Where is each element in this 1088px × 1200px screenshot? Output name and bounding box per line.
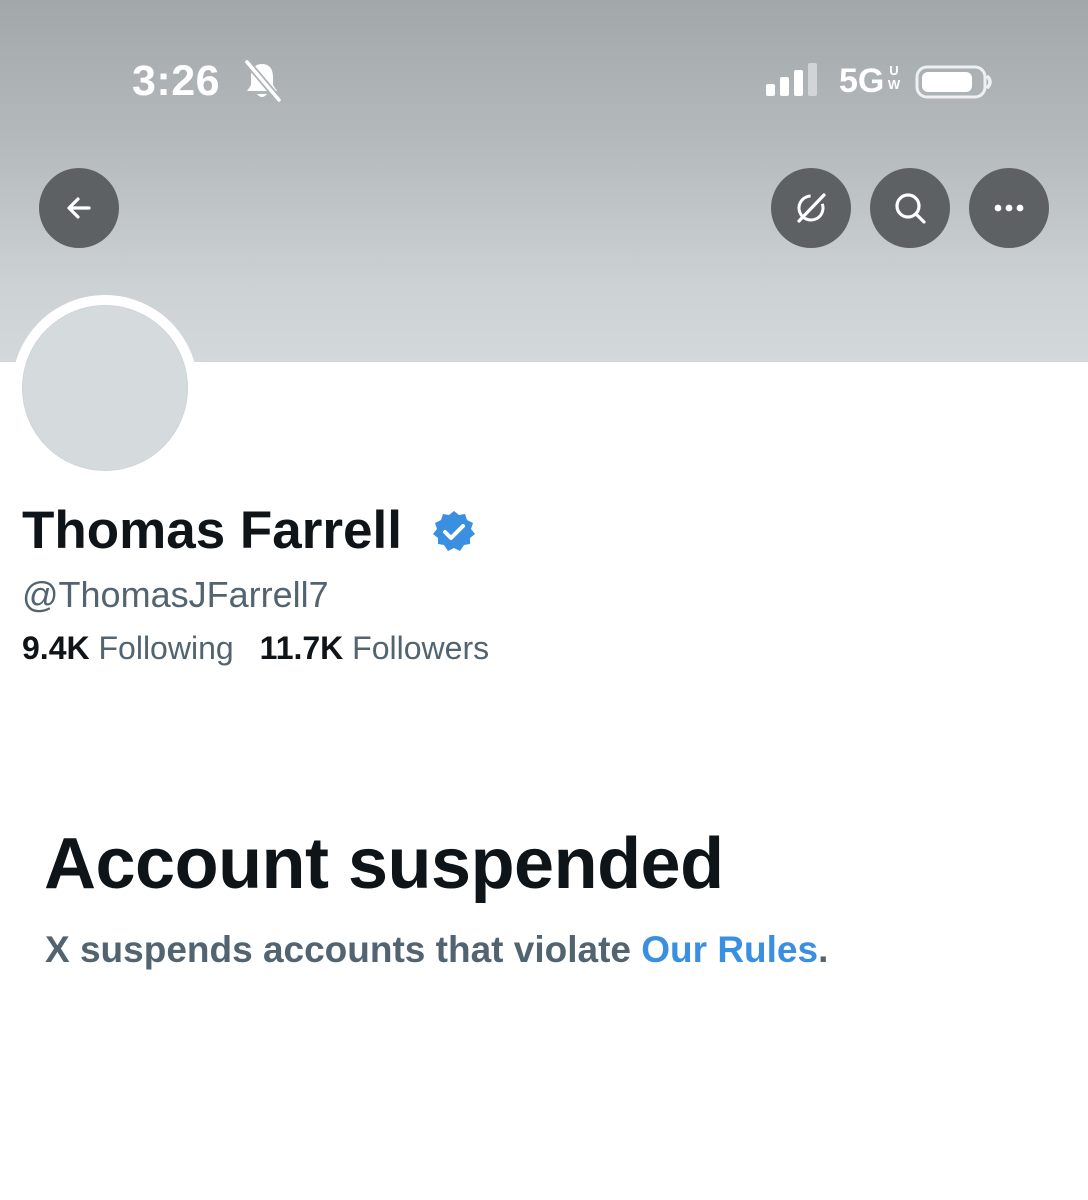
- our-rules-link[interactable]: Our Rules: [641, 929, 818, 970]
- suspended-title: Account suspended: [44, 824, 724, 904]
- avatar[interactable]: [12, 295, 198, 481]
- follow-stats: 9.4K Following 11.7K Followers: [22, 628, 489, 668]
- signal-bars-icon: [766, 63, 817, 96]
- bell-slash-icon: [243, 58, 283, 102]
- following-label: Following: [98, 630, 234, 666]
- description-period: .: [818, 929, 829, 970]
- following-count: 9.4K: [22, 630, 90, 666]
- status-time: 3:26: [132, 57, 221, 105]
- grok-icon: [797, 193, 826, 223]
- suspended-description-text: X suspends accounts that violate: [45, 929, 642, 970]
- grok-button[interactable]: [771, 168, 851, 248]
- verified-badge-icon[interactable]: [431, 509, 477, 555]
- back-button[interactable]: [39, 168, 119, 248]
- followers-count: 11.7K: [259, 630, 344, 666]
- following-link[interactable]: 9.4K Following: [22, 630, 234, 666]
- arrow-left-icon: [67, 197, 91, 219]
- search-button[interactable]: [870, 168, 950, 248]
- network-uw: U W: [886, 64, 902, 92]
- ellipsis-icon: [994, 204, 1024, 212]
- suspended-description: X suspends accounts that violate Our Rul…: [45, 928, 828, 972]
- search-icon: [895, 193, 926, 224]
- battery-icon: [915, 65, 992, 99]
- network-type: 5G: [839, 62, 885, 100]
- user-handle: @ThomasJFarrell7: [22, 574, 329, 615]
- followers-link[interactable]: 11.7K Followers: [260, 630, 489, 666]
- followers-label: Followers: [352, 630, 490, 666]
- display-name: Thomas Farrell: [22, 501, 402, 560]
- avatar-placeholder: [22, 305, 188, 471]
- more-options-button[interactable]: [969, 168, 1049, 248]
- network-sub-bottom: W: [887, 77, 901, 92]
- network-sub-top: U: [889, 63, 899, 78]
- status-bar: 3:26 5G U W: [0, 0, 1088, 160]
